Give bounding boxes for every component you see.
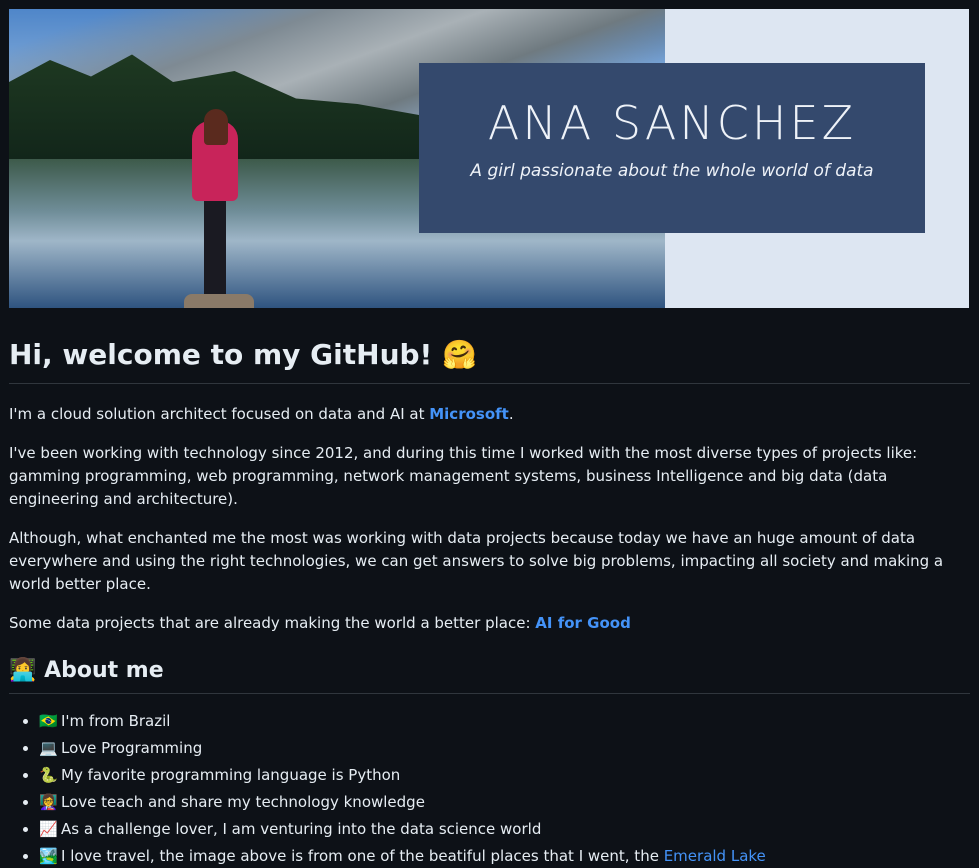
brazil-flag-icon: 🇧🇷: [39, 712, 58, 730]
teacher-icon: 👩‍🏫: [39, 793, 58, 811]
list-item: 🐍My favorite programming language is Pyt…: [39, 764, 970, 787]
hugging-face-icon: 🤗: [442, 338, 477, 371]
national-park-icon: 🏞️: [39, 847, 58, 865]
banner-title-box: ANA SANCHEZ A girl passionate about the …: [419, 63, 925, 233]
intro-paragraph: I'm a cloud solution architect focused o…: [9, 405, 514, 423]
banner-tagline: A girl passionate about the whole world …: [470, 161, 874, 181]
banner-name: ANA SANCHEZ: [487, 96, 857, 150]
list-item: 👩‍🏫Love teach and share my technology kn…: [39, 791, 970, 814]
list-item: 🇧🇷I'm from Brazil: [39, 710, 970, 733]
banner-image: ANA SANCHEZ A girl passionate about the …: [9, 9, 969, 308]
experience-paragraph: I've been working with technology since …: [9, 444, 918, 508]
microsoft-link[interactable]: Microsoft: [429, 405, 509, 423]
list-item: 💻Love Programming: [39, 737, 970, 760]
list-item: 📈As a challenge lover, I am venturing in…: [39, 818, 970, 841]
list-item: 🏞️I love travel, the image above is from…: [39, 845, 970, 868]
about-heading: 👩‍💻 About me: [9, 651, 970, 694]
readme: ANA SANCHEZ A girl passionate about the …: [0, 0, 979, 868]
emerald-lake-link[interactable]: Emerald Lake: [664, 847, 766, 865]
chart-increasing-icon: 📈: [39, 820, 58, 838]
projects-paragraph: Some data projects that are already maki…: [9, 614, 631, 632]
page-title: Hi, welcome to my GitHub! 🤗: [9, 308, 970, 384]
python-icon: 🐍: [39, 766, 58, 784]
motivation-paragraph: Although, what enchanted me the most was…: [9, 529, 944, 593]
laptop-icon: 💻: [39, 739, 58, 757]
ai-for-good-link[interactable]: AI for Good: [535, 614, 631, 632]
about-list: 🇧🇷I'm from Brazil 💻Love Programming 🐍My …: [9, 710, 970, 868]
woman-technologist-icon: 👩‍💻: [9, 658, 37, 683]
